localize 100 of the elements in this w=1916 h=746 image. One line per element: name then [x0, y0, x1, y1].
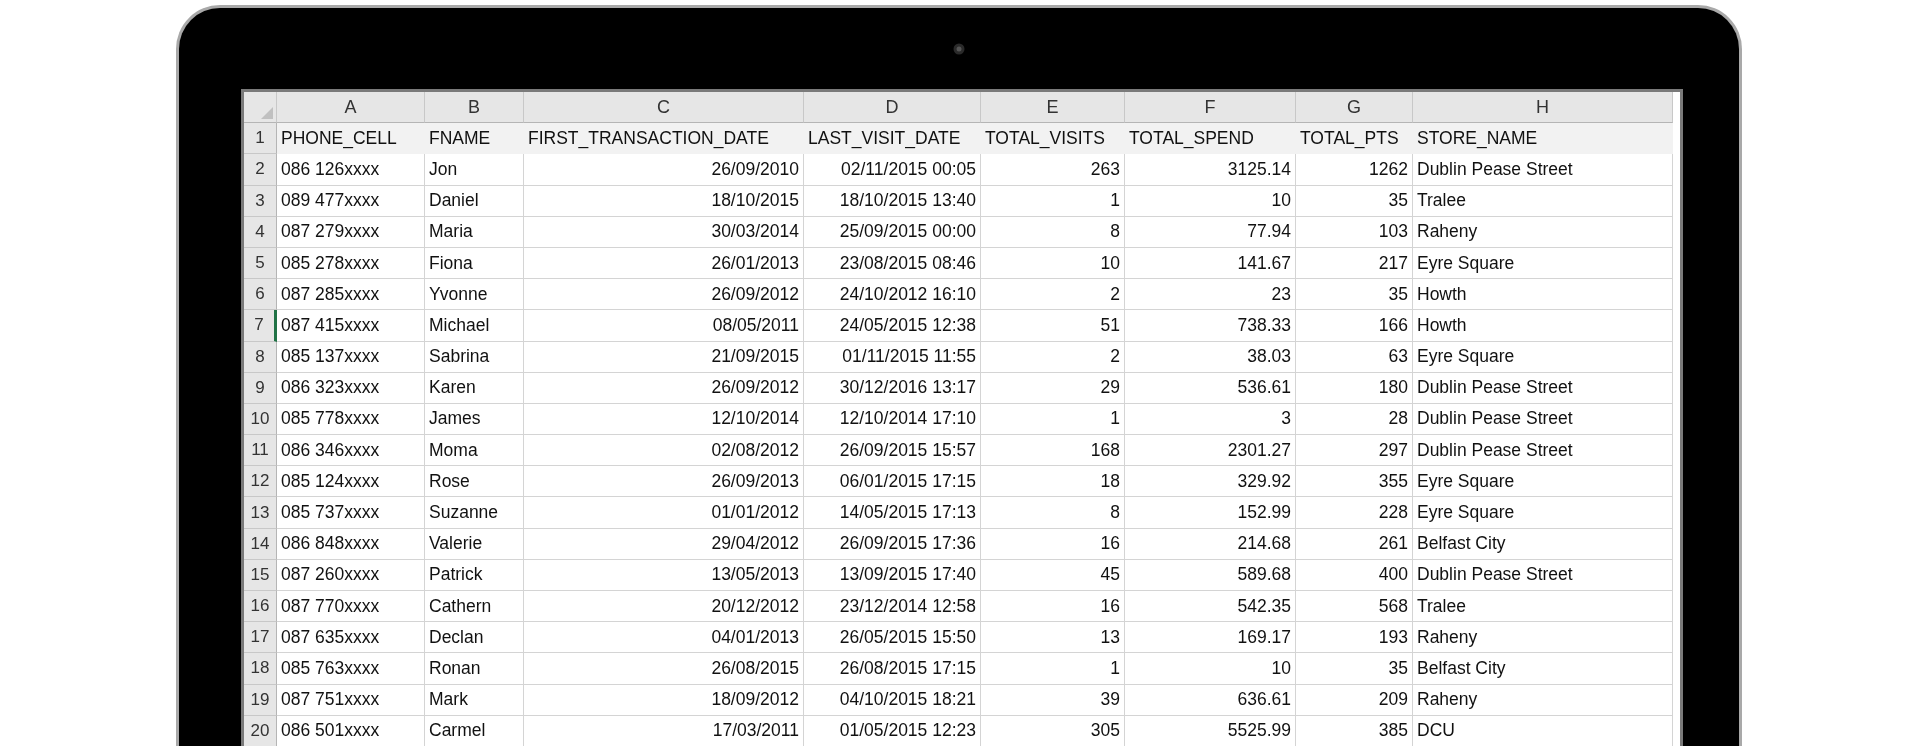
table-cell: 8 [981, 497, 1125, 529]
row-header[interactable]: 9 [244, 372, 277, 404]
table-cell: 26/08/2015 17:15 [804, 653, 981, 685]
table-cell: Valerie [425, 528, 524, 560]
table-cell: 35 [1296, 279, 1413, 311]
table-cell: Tralee [1413, 591, 1673, 623]
row-header[interactable]: 18 [244, 653, 277, 685]
table-cell: 77.94 [1125, 216, 1296, 248]
table-cell: 169.17 [1125, 622, 1296, 654]
table-cell: 589.68 [1125, 559, 1296, 591]
table-cell: Declan [425, 622, 524, 654]
row-header[interactable]: 1 [244, 123, 277, 155]
table-cell: Dublin Pease Street [1413, 154, 1673, 186]
table-cell: 16 [981, 591, 1125, 623]
table-cell: 10 [981, 247, 1125, 280]
table-cell: Suzanne [425, 497, 524, 529]
table-cell: 087 260xxxx [277, 559, 425, 591]
row-header[interactable]: 11 [244, 435, 277, 467]
row-header[interactable]: 4 [244, 216, 277, 248]
select-all-corner[interactable] [244, 92, 277, 124]
header-cell: FNAME [425, 123, 524, 155]
table-cell: 29 [981, 372, 1125, 404]
column-header[interactable]: E [981, 92, 1125, 124]
table-cell: Dublin Pease Street [1413, 403, 1673, 436]
table-cell: 18 [981, 466, 1125, 498]
table-cell: 13/05/2013 [524, 559, 804, 591]
table-cell: 35 [1296, 185, 1413, 217]
row-header[interactable]: 15 [244, 559, 277, 591]
column-header[interactable]: D [804, 92, 981, 124]
table-cell: 1 [981, 403, 1125, 436]
table-cell: 23/12/2014 12:58 [804, 591, 981, 623]
table-cell: 086 848xxxx [277, 528, 425, 560]
table-cell: Belfast City [1413, 528, 1673, 560]
table-cell: 8 [981, 216, 1125, 248]
header-cell: TOTAL_SPEND [1125, 123, 1296, 155]
table-cell: 23 [1125, 279, 1296, 311]
row-header[interactable]: 14 [244, 528, 277, 560]
table-cell: 193 [1296, 622, 1413, 654]
row-header[interactable]: 17 [244, 622, 277, 654]
table-cell: Moma [425, 435, 524, 467]
table-cell: 355 [1296, 466, 1413, 498]
row-header[interactable]: 20 [244, 715, 277, 746]
column-header[interactable]: B [425, 92, 524, 124]
table-cell: 51 [981, 310, 1125, 342]
table-cell: 180 [1296, 372, 1413, 404]
row-header[interactable]: 12 [244, 466, 277, 498]
table-cell: Dublin Pease Street [1413, 372, 1673, 404]
table-cell: 087 635xxxx [277, 622, 425, 654]
table-cell: 085 137xxxx [277, 341, 425, 373]
table-cell: Karen [425, 372, 524, 404]
row-header[interactable]: 5 [244, 247, 277, 280]
column-header[interactable]: A [277, 92, 425, 124]
row-header[interactable]: 16 [244, 591, 277, 623]
table-cell: 087 285xxxx [277, 279, 425, 311]
table-cell: Belfast City [1413, 653, 1673, 685]
table-cell: 26/09/2012 [524, 279, 804, 311]
table-cell: 02/11/2015 00:05 [804, 154, 981, 186]
table-cell: 26/05/2015 15:50 [804, 622, 981, 654]
table-cell: 209 [1296, 684, 1413, 716]
column-header[interactable]: G [1296, 92, 1413, 124]
table-cell: 26/01/2013 [524, 247, 804, 280]
row-header[interactable]: 8 [244, 341, 277, 373]
table-cell: 18/10/2015 13:40 [804, 185, 981, 217]
table-cell: 63 [1296, 341, 1413, 373]
triangle-icon [261, 107, 273, 120]
row-header[interactable]: 3 [244, 185, 277, 217]
table-cell: Rose [425, 466, 524, 498]
table-cell: 13 [981, 622, 1125, 654]
table-cell: 13/09/2015 17:40 [804, 559, 981, 591]
table-cell: Eyre Square [1413, 466, 1673, 498]
table-cell: 085 124xxxx [277, 466, 425, 498]
table-cell: 23/08/2015 08:46 [804, 247, 981, 280]
table-cell: Michael [425, 310, 524, 342]
column-header[interactable]: F [1125, 92, 1296, 124]
table-cell: 24/05/2015 12:38 [804, 310, 981, 342]
table-cell: 168 [981, 435, 1125, 467]
table-cell: 536.61 [1125, 372, 1296, 404]
row-header[interactable]: 6 [244, 279, 277, 311]
table-cell: 28 [1296, 403, 1413, 436]
column-header[interactable]: H [1413, 92, 1673, 124]
table-cell: 214.68 [1125, 528, 1296, 560]
row-header[interactable]: 2 [244, 154, 277, 186]
row-header[interactable]: 13 [244, 497, 277, 529]
table-cell: Eyre Square [1413, 247, 1673, 280]
table-cell: 3 [1125, 403, 1296, 436]
table-cell: 26/09/2015 15:57 [804, 435, 981, 467]
row-header[interactable]: 7 [244, 310, 277, 342]
row-header[interactable]: 19 [244, 684, 277, 716]
row-header[interactable]: 10 [244, 403, 277, 436]
table-cell: 04/01/2013 [524, 622, 804, 654]
column-header[interactable]: C [524, 92, 804, 124]
table-cell: Howth [1413, 310, 1673, 342]
table-cell: 20/12/2012 [524, 591, 804, 623]
table-cell: 086 126xxxx [277, 154, 425, 186]
header-cell: PHONE_CELL [277, 123, 425, 155]
table-cell: 217 [1296, 247, 1413, 280]
table-cell: 39 [981, 684, 1125, 716]
header-cell: STORE_NAME [1413, 123, 1673, 155]
table-cell: 26/09/2010 [524, 154, 804, 186]
table-cell: 24/10/2012 16:10 [804, 279, 981, 311]
